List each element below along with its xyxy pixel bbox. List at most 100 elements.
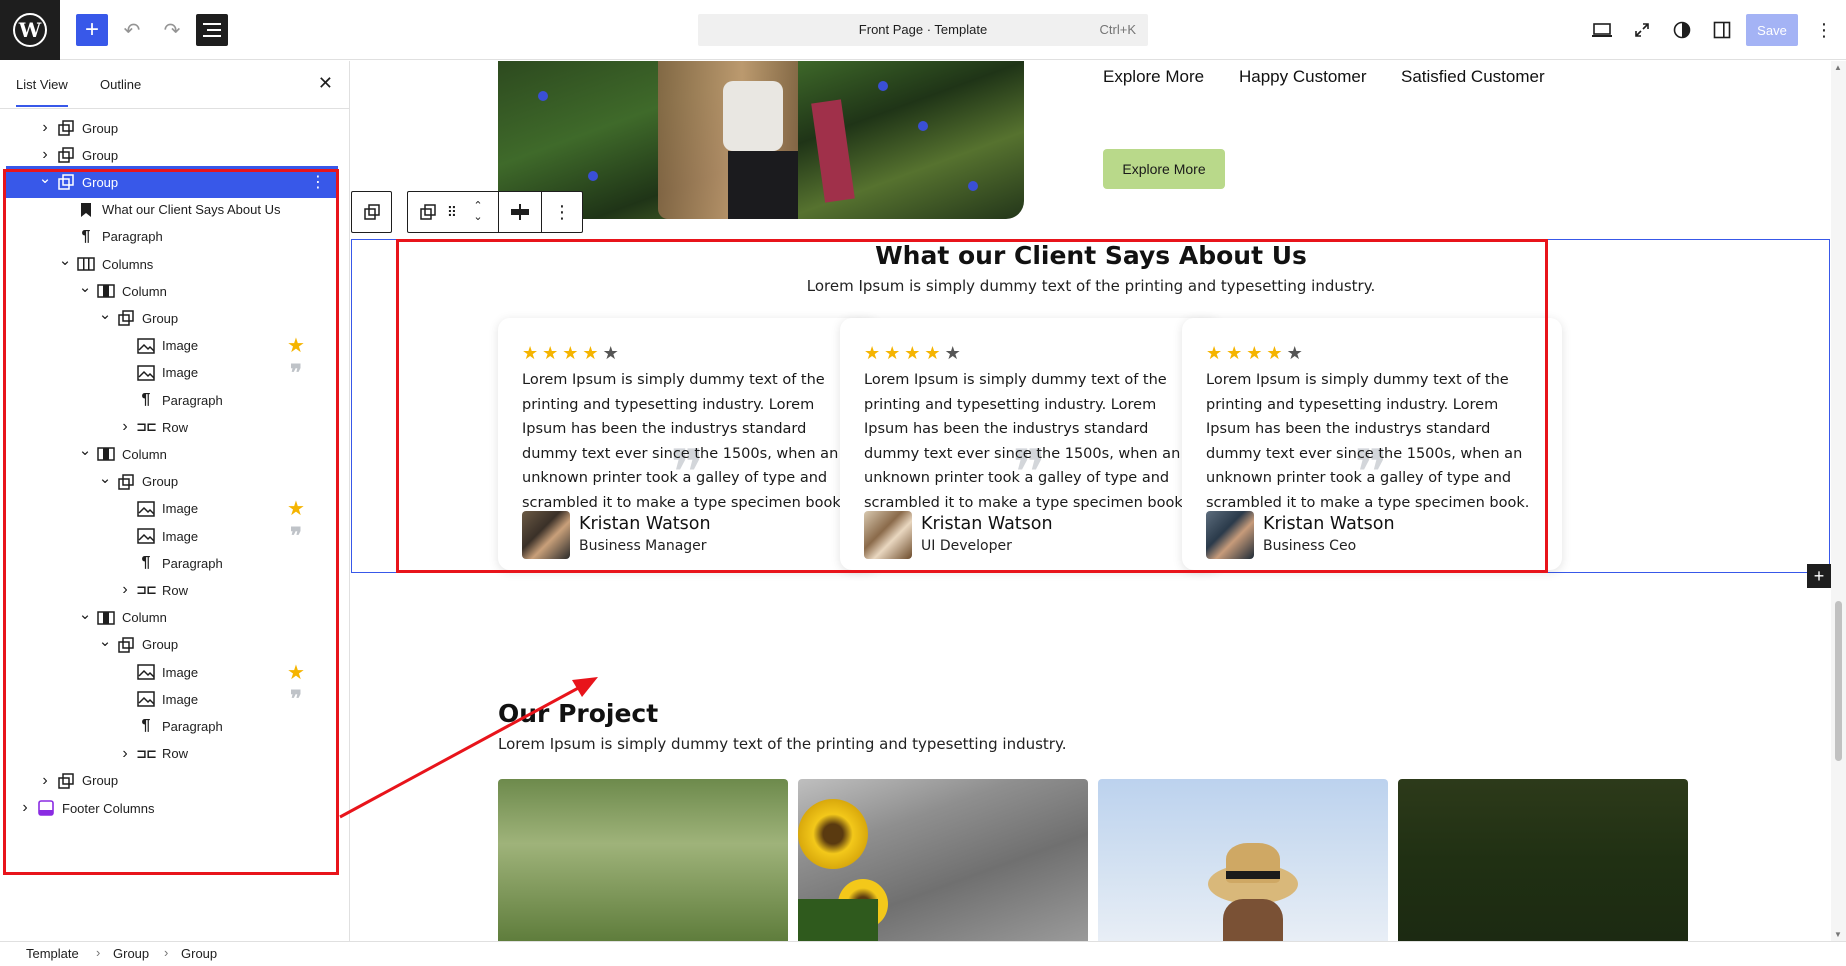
testimonial-card[interactable]: ★ ★ ★ ★ ★ ❞ Lorem Ipsum is simply dummy text o… — [840, 318, 1220, 570]
project-image[interactable] — [498, 779, 788, 941]
project-heading[interactable]: Our Project — [498, 699, 658, 728]
chevron-down-icon[interactable]: ⌄ — [78, 278, 92, 296]
close-icon[interactable]: ✕ — [318, 73, 333, 94]
justification-icon[interactable] — [499, 192, 541, 232]
tree-item-label: Group — [82, 120, 119, 136]
chevron-down-icon[interactable]: ⌄ — [78, 441, 92, 459]
testimonial-card[interactable]: ★ ★ ★ ★ ★ ❞ Lorem Ipsum is simply dummy text o… — [498, 318, 878, 570]
chevron-right-icon[interactable]: › — [38, 772, 52, 790]
avatar — [864, 511, 912, 559]
image-icon — [136, 689, 156, 709]
star-icon: ★ — [582, 343, 599, 363]
scroll-up-icon[interactable]: ▲ — [1834, 63, 1842, 72]
wordpress-logo-icon[interactable]: W — [0, 0, 60, 60]
drag-handle-icon[interactable]: ⠿ — [442, 192, 462, 232]
tree-item-label: Column — [122, 446, 167, 462]
chevron-down-icon[interactable]: ⌄ — [58, 251, 72, 269]
item-options-icon[interactable]: ⋮ — [310, 172, 326, 192]
rating-stars: ★ ★ ★ ★ ★ — [864, 344, 961, 362]
person-name: Kristan Watson — [921, 514, 1053, 534]
testimonials-heading[interactable]: What our Client Says About Us — [351, 241, 1831, 270]
sidebar-tabs: List View Outline ✕ — [0, 61, 349, 109]
chevron-down-icon[interactable]: ⌄ — [98, 632, 112, 650]
tree-item-label: Group — [82, 773, 119, 789]
breadcrumb-item[interactable]: Template — [26, 946, 79, 961]
group-icon — [56, 771, 76, 791]
redo-icon[interactable]: ↷ — [156, 14, 188, 46]
fullscreen-icon[interactable] — [1626, 14, 1658, 46]
testimonials-subtitle[interactable]: Lorem Ipsum is simply dummy text of the … — [351, 277, 1831, 295]
tree-item-label: Image — [162, 501, 199, 517]
command-palette-bar[interactable]: Front Page · Template Ctrl+K — [698, 14, 1148, 46]
rating-stars: ★ ★ ★ ★ ★ — [1206, 344, 1303, 362]
image-icon — [136, 336, 156, 356]
explore-more-button[interactable]: Explore More — [1103, 149, 1225, 189]
document-overview-button[interactable] — [196, 14, 228, 46]
add-block-inserter-icon[interactable]: + — [1807, 564, 1831, 588]
column-icon — [96, 444, 116, 464]
document-title: Front Page · Template — [858, 22, 988, 37]
star-icon: ★ — [1226, 343, 1243, 363]
breadcrumb-item[interactable]: Group — [113, 946, 149, 961]
project-image[interactable] — [1398, 779, 1688, 941]
tree-item-label: Paragraph — [162, 392, 223, 408]
star-icon: ★ — [522, 343, 539, 363]
block-toolbar: ⠿ ⌃ ⌄ ⋮ — [407, 191, 583, 233]
chevron-right-icon[interactable]: › — [38, 146, 52, 164]
image-icon — [136, 499, 156, 519]
tree-item-label: Image — [162, 664, 199, 680]
star-icon: ★ — [562, 343, 579, 363]
scroll-down-icon[interactable]: ▼ — [1834, 930, 1842, 939]
scrollbar-thumb[interactable] — [1835, 601, 1842, 761]
project-image[interactable] — [1098, 779, 1388, 941]
chevron-right-icon[interactable]: › — [18, 799, 32, 817]
paragraph-icon: ¶ — [141, 717, 151, 735]
tree-item-label: Footer Columns — [62, 800, 155, 816]
options-menu-icon[interactable]: ⋮ — [1808, 14, 1840, 46]
columns-icon — [76, 254, 96, 274]
project-image[interactable] — [798, 779, 1088, 941]
tab-list-view[interactable]: List View — [16, 77, 68, 107]
chevron-right-icon[interactable]: › — [38, 119, 52, 137]
person-role: UI Developer — [921, 538, 1012, 554]
canvas-scrollbar[interactable]: ▲ ▼ — [1831, 61, 1846, 941]
tree-item-label: Column — [122, 610, 167, 626]
desktop-preview-icon[interactable] — [1586, 14, 1618, 46]
styles-icon[interactable] — [1666, 14, 1698, 46]
chevron-down-icon[interactable]: ⌄ — [98, 305, 112, 323]
chevron-down-icon[interactable]: ⌄ — [38, 169, 52, 187]
tree-item[interactable]: › Footer Columns — [0, 792, 349, 824]
testimonial-card[interactable]: ★ ★ ★ ★ ★ ❞ Lorem Ipsum is simply dummy text o… — [1182, 318, 1562, 570]
star-icon: ★ — [542, 343, 559, 363]
save-button[interactable]: Save — [1746, 14, 1798, 46]
tab-outline[interactable]: Outline — [100, 77, 141, 92]
project-subtitle[interactable]: Lorem Ipsum is simply dummy text of the … — [498, 735, 1066, 753]
quote-badge-icon: ❞ — [290, 359, 302, 386]
move-up-down-icon[interactable]: ⌃ ⌄ — [466, 192, 490, 232]
avatar — [1206, 511, 1254, 559]
group-icon — [56, 145, 76, 165]
settings-sidebar-icon[interactable] — [1706, 14, 1738, 46]
chevron-down-icon[interactable]: ⌄ — [98, 469, 112, 487]
tree-item-label: Paragraph — [162, 555, 223, 571]
quote-badge-icon: ❞ — [290, 523, 302, 549]
tree-item-label: Image — [162, 691, 199, 707]
chevron-right-icon[interactable]: › — [118, 418, 132, 436]
avatar — [522, 511, 570, 559]
footer-columns-icon — [36, 798, 56, 818]
star-badge-icon: ★ — [287, 498, 305, 521]
group-block-icon[interactable] — [416, 192, 440, 232]
chevron-right-icon: › — [96, 945, 101, 960]
tree-item-label: Image — [162, 338, 199, 354]
chevron-right-icon[interactable]: › — [118, 745, 132, 763]
block-options-icon[interactable]: ⋮ — [542, 192, 582, 232]
tree-item-label: Group — [82, 147, 119, 163]
chevron-down-icon[interactable]: ⌄ — [78, 605, 92, 623]
chevron-right-icon[interactable]: › — [118, 581, 132, 599]
tree-item-label: Paragraph — [102, 229, 163, 245]
chevron-right-icon: › — [164, 945, 169, 960]
undo-icon[interactable]: ↶ — [116, 14, 148, 46]
row-icon: ⊐⊏ — [136, 745, 157, 761]
select-parent-block-button[interactable] — [351, 191, 392, 233]
add-block-button[interactable]: + — [76, 14, 108, 46]
